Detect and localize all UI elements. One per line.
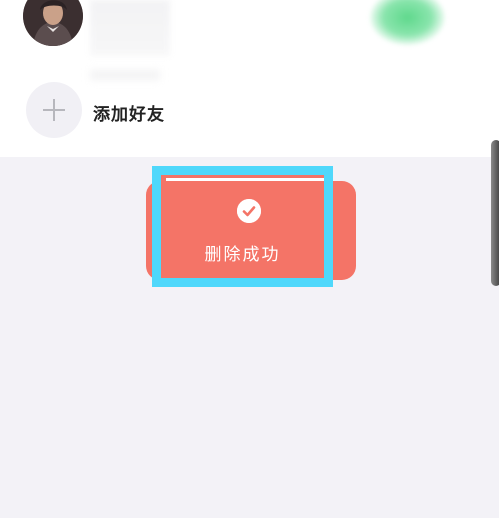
contact-name-blurred	[90, 0, 170, 56]
avatar[interactable]	[23, 0, 83, 46]
plus-icon	[26, 82, 82, 138]
add-friend-button[interactable]: 添加好友	[0, 80, 499, 142]
success-toast: 删除成功	[152, 166, 333, 287]
toast-top-divider	[166, 178, 324, 181]
toast-message: 删除成功	[204, 245, 281, 265]
contact-row[interactable]	[0, 0, 499, 80]
online-status-indicator	[370, 0, 445, 45]
check-circle-icon	[237, 199, 261, 223]
contact-detail-blurred	[90, 70, 160, 80]
scrollbar[interactable]	[491, 140, 499, 286]
add-friend-label: 添加好友	[93, 105, 165, 125]
contacts-panel: 添加好友	[0, 0, 499, 157]
